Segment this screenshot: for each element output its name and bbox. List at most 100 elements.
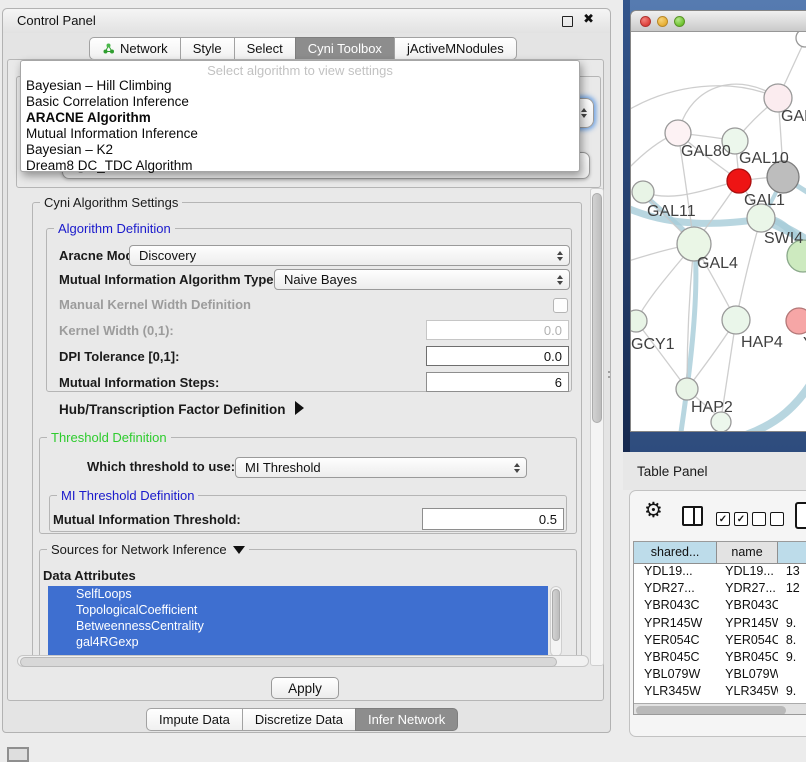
aracne-mode-combobox[interactable]: Discovery bbox=[129, 245, 570, 266]
panel-splitter-handle[interactable] bbox=[606, 369, 612, 381]
scrollbar-thumb[interactable] bbox=[20, 657, 557, 667]
data-attributes-label: Data Attributes bbox=[43, 568, 136, 583]
table-cell: 9. bbox=[778, 615, 806, 632]
deselect-all-columns-icon[interactable] bbox=[752, 512, 784, 526]
mi-steps-label: Mutual Information Steps: bbox=[59, 375, 219, 390]
tab-cyni-toolbox[interactable]: Cyni Toolbox bbox=[295, 37, 395, 60]
float-window-icon[interactable] bbox=[562, 16, 573, 27]
table-row[interactable]: YLR345WYLR345W9. bbox=[634, 683, 806, 700]
network-node-hap2[interactable] bbox=[676, 378, 698, 400]
control-panel-titlebar: Control Panel ✖ bbox=[3, 9, 610, 33]
table-cell: 9. bbox=[778, 649, 806, 666]
scrollbar-thumb[interactable] bbox=[636, 706, 786, 715]
network-edge bbox=[678, 84, 778, 133]
table-row[interactable]: YBL079WYBL079W bbox=[634, 666, 806, 683]
network-node-hap4[interactable] bbox=[722, 306, 750, 334]
dropdown-item-basic-correlation-inference[interactable]: Basic Correlation Inference bbox=[21, 94, 579, 110]
column-header-shared[interactable]: shared... bbox=[634, 542, 717, 563]
table-cell: YPR145W bbox=[634, 615, 717, 632]
table-cell: YER054C bbox=[634, 632, 717, 649]
table-row[interactable]: YDR27...YDR27...12 bbox=[634, 580, 806, 597]
network-window-titlebar[interactable] bbox=[631, 11, 806, 32]
gear-icon[interactable]: ⚙ bbox=[644, 498, 663, 522]
close-icon[interactable]: ✖ bbox=[583, 12, 594, 27]
scrollbar-thumb[interactable] bbox=[592, 193, 602, 423]
dpi-tolerance-value: 0.0 bbox=[544, 349, 562, 364]
table-row[interactable]: YBR043CYBR043C bbox=[634, 597, 806, 614]
network-node-gal11[interactable] bbox=[632, 181, 654, 203]
column-header-name[interactable]: name bbox=[717, 542, 778, 563]
column-header-col2[interactable] bbox=[778, 542, 806, 563]
table-cell: YBR043C bbox=[634, 597, 717, 614]
data-attributes-list[interactable]: SelfLoopsTopologicalCoefficientBetweenne… bbox=[48, 586, 548, 657]
network-edge bbox=[631, 86, 778, 112]
minimize-traffic-light[interactable] bbox=[657, 16, 668, 27]
table-cell: YLR345W bbox=[634, 683, 717, 700]
which-threshold-combobox[interactable]: MI Threshold bbox=[235, 457, 527, 478]
network-node-gcy1[interactable] bbox=[631, 310, 647, 332]
table-row[interactable]: YER054CYER054C8. bbox=[634, 632, 806, 649]
algorithm-definition-title: Algorithm Definition bbox=[54, 221, 175, 236]
apply-button[interactable]: Apply bbox=[271, 677, 339, 699]
dropdown-item-bayesian-k2[interactable]: Bayesian – K2 bbox=[21, 142, 579, 158]
table-row[interactable]: YDL19...YDL19...13 bbox=[634, 563, 806, 580]
application-root: Control Panel ✖ NetworkStyleSelectCyni T… bbox=[0, 0, 806, 762]
dropdown-item-mutual-information-inference[interactable]: Mutual Information Inference bbox=[21, 126, 579, 142]
attribute-item-topologicalcoefficient[interactable]: TopologicalCoefficient bbox=[48, 602, 548, 618]
network-node-y[interactable] bbox=[786, 308, 806, 334]
network-node-label: GAL1 bbox=[744, 192, 785, 209]
settings-vertical-scrollbar[interactable] bbox=[590, 188, 604, 666]
algorithm-dropdown-popup: Select algorithm to view settings Bayesi… bbox=[20, 60, 580, 172]
network-canvas[interactable]: GALGAL80GAL10GAL1GAL11SWI4GAL4GCY1HAP4YH… bbox=[631, 32, 806, 432]
table-cell: YER054C bbox=[717, 632, 778, 649]
dropdown-item-dream8-dc-tdc-algorithm[interactable]: Dream8 DC_TDC Algorithm bbox=[21, 158, 579, 174]
network-edge bbox=[636, 321, 687, 389]
mi-threshold-field[interactable]: 0.5 bbox=[422, 508, 564, 530]
table-horizontal-scrollbar[interactable] bbox=[634, 703, 806, 715]
network-node[interactable] bbox=[796, 32, 806, 47]
attribute-list-vertical-scrollbar[interactable] bbox=[550, 586, 562, 657]
network-node-label: GAL11 bbox=[647, 203, 696, 220]
table-row[interactable]: YBR045CYBR045C9. bbox=[634, 649, 806, 666]
split-columns-icon[interactable] bbox=[682, 506, 703, 526]
tab-impute-data[interactable]: Impute Data bbox=[146, 708, 243, 731]
minimized-panel-icon[interactable] bbox=[7, 747, 29, 762]
dropdown-item-aracne-algorithm[interactable]: ARACNE Algorithm bbox=[21, 110, 579, 126]
node-attribute-table: shared...name YDL19...YDL19...13YDR27...… bbox=[633, 541, 806, 715]
network-node-gal1[interactable] bbox=[727, 169, 751, 193]
zoom-traffic-light[interactable] bbox=[674, 16, 685, 27]
network-node-label: GCY1 bbox=[631, 336, 675, 353]
which-threshold-label: Which threshold to use: bbox=[87, 459, 235, 474]
attribute-item-gal4rgexp[interactable]: gal4RGexp bbox=[48, 634, 548, 650]
dropdown-item-bayesian-hill-climbing[interactable]: Bayesian – Hill Climbing bbox=[21, 78, 579, 94]
tab-style[interactable]: Style bbox=[180, 37, 235, 60]
table-row[interactable]: YPR145WYPR145W9. bbox=[634, 615, 806, 632]
tab-infer-network[interactable]: Infer Network bbox=[355, 708, 458, 731]
document-icon[interactable] bbox=[795, 502, 806, 529]
attribute-item-selfloops[interactable]: SelfLoops bbox=[48, 586, 548, 602]
tab-jactivemnodules[interactable]: jActiveMNodules bbox=[394, 37, 517, 60]
close-traffic-light[interactable] bbox=[640, 16, 651, 27]
tab-select[interactable]: Select bbox=[234, 37, 296, 60]
hub-expand-icon[interactable] bbox=[295, 401, 304, 415]
sources-collapse-icon[interactable] bbox=[233, 546, 245, 554]
network-node-label: GAL bbox=[781, 108, 806, 125]
tab-discretize-data[interactable]: Discretize Data bbox=[242, 708, 356, 731]
dpi-tolerance-field[interactable]: 0.0 bbox=[426, 346, 569, 366]
checked-box-icon: ✓ bbox=[734, 512, 748, 526]
attribute-item-betweennesscentrality[interactable]: BetweennessCentrality bbox=[48, 618, 548, 634]
select-all-columns-icon[interactable]: ✓ ✓ bbox=[716, 512, 748, 526]
hub-section-label: Hub/Transcription Factor Definition bbox=[59, 402, 286, 417]
table-cell: 13 bbox=[778, 563, 806, 580]
table-cell: 9. bbox=[778, 683, 806, 700]
kernel-width-field[interactable]: 0.0 bbox=[426, 320, 569, 340]
manual-kernel-width-checkbox[interactable] bbox=[553, 298, 568, 313]
mi-steps-field[interactable]: 6 bbox=[426, 372, 569, 392]
tab-network[interactable]: Network bbox=[89, 37, 181, 60]
mi-threshold-value: 0.5 bbox=[539, 512, 557, 527]
combo-arrows-icon bbox=[581, 108, 587, 118]
mi-threshold-label: Mutual Information Threshold: bbox=[53, 512, 241, 527]
settings-horizontal-scrollbar[interactable] bbox=[17, 655, 589, 667]
scrollbar-thumb[interactable] bbox=[552, 589, 560, 641]
mi-algorithm-type-combobox[interactable]: Naive Bayes bbox=[274, 269, 570, 290]
